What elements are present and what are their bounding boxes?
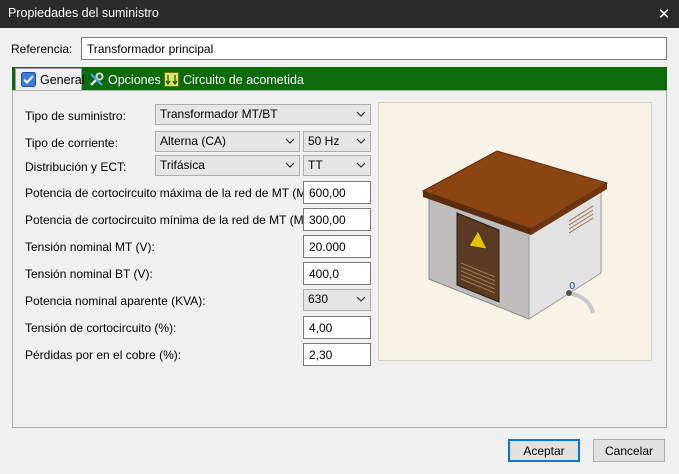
apparent-power-label: Potencia nominal aparente (KVA): <box>25 294 206 308</box>
accept-button[interactable]: Aceptar <box>508 439 580 462</box>
current-type-label: Tipo de corriente: <box>25 136 118 150</box>
chevron-down-icon <box>285 162 295 168</box>
connection-label: 0 <box>569 281 575 292</box>
ect-select[interactable]: TT <box>303 155 371 176</box>
tab-bar: General Opciones Circuito de acometida <box>12 67 667 90</box>
transformer-preview: 0 <box>378 102 652 361</box>
apparent-power-value: 630 <box>308 292 329 306</box>
sc-voltage-label: Tensión de cortocircuito (%): <box>25 321 177 335</box>
title-bar: Propiedades del suministro ✕ <box>0 0 679 28</box>
supply-type-label: Tipo de suministro: <box>25 109 126 123</box>
tab-general[interactable]: General <box>15 68 85 90</box>
distribution-label: Distribución y ECT: <box>25 160 127 174</box>
reference-input[interactable] <box>81 37 667 60</box>
chevron-down-icon <box>356 162 366 168</box>
apparent-power-select[interactable]: 630 <box>303 289 371 311</box>
sc-power-max-input[interactable] <box>303 181 371 204</box>
current-type-select[interactable]: Alterna (CA) <box>155 131 300 152</box>
sc-power-min-input[interactable] <box>303 208 371 231</box>
window-title: Propiedades del suministro <box>8 6 159 20</box>
chevron-down-icon <box>356 138 366 144</box>
ect-value: TT <box>308 158 323 172</box>
chevron-down-icon <box>356 296 366 302</box>
voltage-mt-input[interactable] <box>303 235 371 258</box>
circuit-icon <box>164 72 179 87</box>
frequency-select[interactable]: 50 Hz <box>303 131 371 152</box>
copper-losses-input[interactable] <box>303 343 371 366</box>
chevron-down-icon <box>285 138 295 144</box>
tab-options[interactable]: Opciones <box>84 69 166 90</box>
transformer-station-illustration: 0 <box>421 150 609 320</box>
supply-type-select[interactable]: Transformador MT/BT <box>155 104 371 125</box>
checkbox-icon <box>21 72 36 87</box>
sc-voltage-input[interactable] <box>303 316 371 339</box>
reference-label: Referencia: <box>11 42 73 56</box>
tools-icon <box>89 72 104 87</box>
tab-options-label: Opciones <box>108 72 161 87</box>
voltage-mt-label: Tensión nominal MT (V): <box>25 240 155 254</box>
distribution-select[interactable]: Trifásica <box>155 155 300 176</box>
supply-type-value: Transformador MT/BT <box>160 107 278 121</box>
voltage-bt-input[interactable] <box>303 262 371 285</box>
chevron-down-icon <box>356 111 366 117</box>
sc-power-max-label: Potencia de cortocircuito máxima de la r… <box>25 186 329 200</box>
sc-power-min-label: Potencia de cortocircuito mínima de la r… <box>25 213 327 227</box>
tab-circuit-label: Circuito de acometida <box>183 72 304 87</box>
cancel-button[interactable]: Cancelar <box>593 439 665 462</box>
voltage-bt-label: Tensión nominal BT (V): <box>25 267 153 281</box>
copper-losses-label: Pérdidas por en el cobre (%): <box>25 348 182 362</box>
tab-general-label: General <box>40 72 85 87</box>
tab-circuit[interactable]: Circuito de acometida <box>159 69 309 90</box>
distribution-value: Trifásica <box>160 158 205 172</box>
current-type-value: Alterna (CA) <box>160 134 227 148</box>
frequency-value: 50 Hz <box>308 134 340 148</box>
close-icon[interactable]: ✕ <box>649 0 679 28</box>
